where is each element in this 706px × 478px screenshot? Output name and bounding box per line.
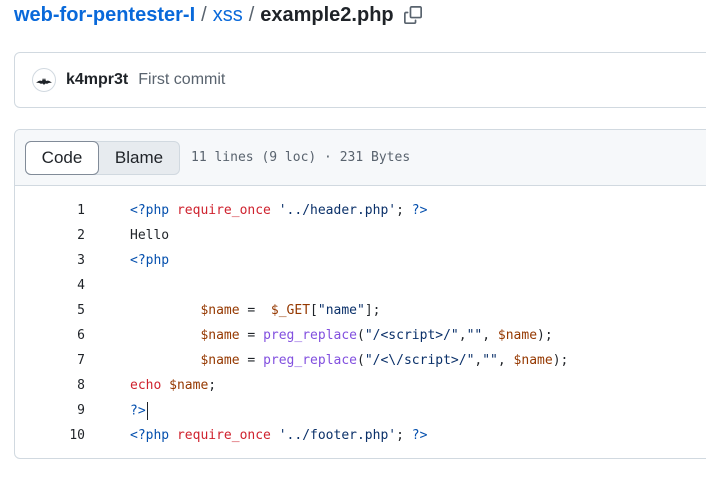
code-token: ?> (411, 428, 428, 443)
code-token: "/<\/script>/" (364, 353, 475, 368)
code-token: , (497, 353, 514, 368)
line-content: ?> (130, 401, 149, 420)
line-number[interactable]: 9 (15, 403, 85, 418)
code-token: echo (130, 378, 162, 393)
tab-blame[interactable]: Blame (99, 142, 179, 174)
file-viewer: Code Blame 11 lines (9 loc) · 231 Bytes … (14, 129, 706, 459)
code-token: ); (537, 328, 553, 343)
code-token: , (482, 328, 498, 343)
code-token: "" (482, 353, 498, 368)
line-content: <?php require_once '../footer.php'; ?> (130, 428, 427, 443)
code-token: $name (200, 303, 240, 318)
code-token: ]; (364, 303, 381, 318)
code-token: preg_replace (263, 353, 357, 368)
breadcrumb-separator: / (248, 3, 255, 26)
code-token: $name (200, 353, 240, 368)
code-token: ; (396, 428, 412, 443)
code-token: require_once (176, 428, 271, 443)
breadcrumb: web-for-pentester-I / xss / example2.php (14, 3, 424, 27)
code-line: 8 echo $name; (15, 373, 706, 398)
code-token: <?php (130, 253, 170, 268)
line-content: <?php require_once '../header.php'; ?> (130, 203, 427, 218)
code-token: <?php (130, 203, 170, 218)
code-token: = (239, 353, 264, 368)
line-number[interactable]: 1 (15, 203, 85, 218)
line-number[interactable]: 2 (15, 228, 85, 243)
copy-icon (403, 6, 422, 24)
code-token: ( (357, 353, 365, 368)
code-token: $name (200, 328, 240, 343)
line-content: echo $name; (130, 378, 216, 393)
code-token: $name (497, 328, 538, 343)
code-token: "name" (317, 303, 365, 318)
latest-commit-box: k4mpr3t First commit (14, 52, 706, 108)
code-view[interactable]: 1 <?php require_once '../header.php'; ?> 2… (15, 186, 706, 448)
code-line: 5 $name = $_GET["name"]; (15, 298, 706, 323)
code-line: 2 Hello (15, 223, 706, 248)
code-token: '../footer.php' (278, 428, 397, 443)
view-toggle: Code Blame (25, 140, 180, 175)
file-name: example2.php (260, 3, 394, 26)
commit-author[interactable]: k4mpr3t (66, 71, 128, 89)
text-cursor (146, 401, 149, 420)
repo-link[interactable]: web-for-pentester-I (14, 4, 195, 27)
code-token: ; (208, 378, 217, 393)
line-content: Hello (130, 228, 169, 243)
code-line: 4 (15, 273, 706, 298)
code-line: 10 <?php require_once '../footer.php'; ?> (15, 423, 706, 448)
code-token: = (239, 303, 271, 318)
file-header: Code Blame 11 lines (9 loc) · 231 Bytes (15, 130, 706, 186)
code-token: [ (310, 303, 318, 318)
line-content: <?php (130, 253, 169, 268)
code-token: ; (396, 203, 412, 218)
copy-path-button[interactable] (402, 4, 424, 26)
code-line: 3 <?php (15, 248, 706, 273)
file-info: 11 lines (9 loc) · 231 Bytes (191, 150, 411, 165)
code-token: = (239, 328, 264, 343)
code-token: preg_replace (263, 328, 357, 343)
code-line: 9 ?> (15, 398, 706, 423)
code-token: ); (552, 353, 569, 368)
folder-link[interactable]: xss (213, 4, 243, 27)
bat-avatar-icon (36, 78, 52, 85)
code-token: $name (513, 353, 553, 368)
line-number[interactable]: 6 (15, 328, 85, 343)
line-number[interactable]: 8 (15, 378, 85, 393)
line-content: $name = preg_replace("/<\/script>/","", … (130, 353, 568, 368)
code-token: <?php (130, 428, 170, 443)
code-token: $name (169, 378, 209, 393)
code-line: 1 <?php require_once '../header.php'; ?> (15, 198, 706, 223)
code-token: $_GET (270, 303, 311, 318)
code-token: require_once (176, 203, 271, 218)
code-token: , (458, 328, 467, 343)
line-number[interactable]: 4 (15, 278, 85, 293)
line-content: $name = $_GET["name"]; (130, 303, 381, 318)
line-number[interactable]: 3 (15, 253, 85, 268)
breadcrumb-separator: / (201, 3, 207, 26)
commit-message[interactable]: First commit (138, 71, 225, 89)
code-token: "" (466, 328, 483, 343)
tab-code[interactable]: Code (25, 140, 99, 175)
author-avatar[interactable] (32, 68, 56, 92)
code-token: ?> (130, 403, 146, 418)
line-number[interactable]: 5 (15, 303, 85, 318)
code-token: Hello (130, 228, 170, 243)
line-number[interactable]: 7 (15, 353, 85, 368)
code-token: '../header.php' (278, 203, 397, 218)
line-content: $name = preg_replace("/<script>/","", $n… (130, 328, 553, 343)
code-token: "/<script>/" (364, 328, 459, 343)
code-line: 6 $name = preg_replace("/<script>/","", … (15, 323, 706, 348)
code-token: ?> (411, 203, 428, 218)
line-number[interactable]: 10 (15, 428, 85, 443)
code-line: 7 $name = preg_replace("/<\/script>/",""… (15, 348, 706, 373)
code-token: ( (357, 328, 365, 343)
